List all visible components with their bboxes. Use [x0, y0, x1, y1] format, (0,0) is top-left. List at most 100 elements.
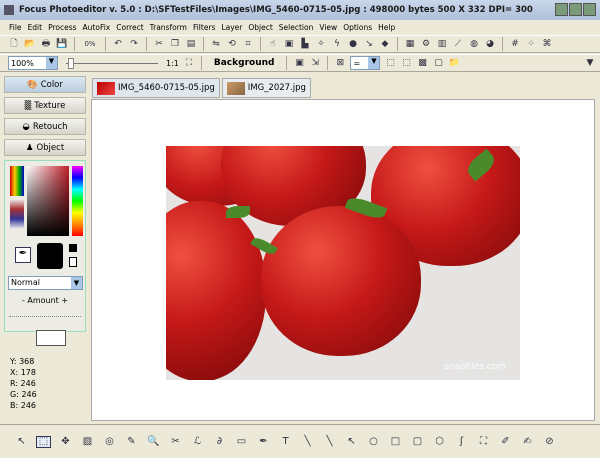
panel-retouch-button[interactable]: ◒ Retouch [4, 118, 86, 135]
save-icon[interactable]: 💾 [56, 38, 68, 50]
select-invert-icon[interactable]: ▩ [416, 57, 428, 69]
freehand-lasso-icon[interactable]: ℒ [190, 436, 205, 448]
export-icon[interactable]: ⇲ [309, 57, 321, 69]
spiral-icon[interactable]: ʃ [454, 436, 469, 448]
strawberry-photo[interactable]: snapfiles.com [166, 146, 520, 380]
grid2-icon[interactable]: ⌘ [541, 38, 553, 50]
panel-object-button[interactable]: ♟ Object [4, 139, 86, 156]
magic-wand-icon[interactable]: ✎ [124, 436, 139, 448]
arrow-icon[interactable]: ↘ [363, 38, 375, 50]
scissors-icon[interactable]: ✂ [168, 436, 183, 448]
select-icon[interactable]: ⬚ [36, 435, 51, 448]
minimize-button[interactable] [555, 3, 568, 16]
menu-filters[interactable]: Filters [193, 23, 215, 32]
chevron-down-icon[interactable]: ▼ [71, 277, 82, 289]
zoom-ratio-button[interactable]: 1:1 [166, 59, 179, 68]
gear-icon[interactable]: ⚙ [420, 38, 432, 50]
print-icon[interactable]: 🖶 [40, 38, 52, 50]
mask-icon[interactable]: ⊠ [334, 57, 346, 69]
open-icon[interactable]: 📂 [24, 38, 36, 50]
select-sub-icon[interactable]: ⬚ [400, 57, 412, 69]
panel-texture-button[interactable]: ▒ Texture [4, 97, 86, 114]
menu-selection[interactable]: Selection [279, 23, 314, 32]
rect-select-icon[interactable]: ▭ [234, 436, 249, 448]
percent-button[interactable]: 0% [81, 38, 99, 50]
menu-file[interactable]: File [9, 23, 22, 32]
effects-icon[interactable]: ◍ [468, 38, 480, 50]
default-colors-icon[interactable] [69, 244, 77, 252]
redo-icon[interactable]: ↷ [128, 38, 140, 50]
tab-img-2027[interactable]: IMG_2027.jpg [221, 78, 311, 98]
select-rect-icon[interactable]: ▢ [432, 57, 444, 69]
free-select-icon[interactable]: ∂ [212, 436, 227, 448]
menu-view[interactable]: View [319, 23, 337, 32]
amount-slider[interactable] [9, 311, 81, 317]
line-icon[interactable]: ╲ [300, 436, 315, 448]
swap-colors-icon[interactable] [69, 257, 77, 267]
dots-icon[interactable]: ⁘ [525, 38, 537, 50]
hue-slider[interactable] [72, 166, 83, 236]
color-replace-icon[interactable]: ✐ [498, 436, 513, 448]
layer-icon[interactable]: ▙ [299, 38, 311, 50]
menu-options[interactable]: Options [343, 23, 372, 32]
text-icon[interactable]: T [278, 436, 293, 448]
photo-icon[interactable]: ▦ [404, 38, 416, 50]
diamond-icon[interactable]: ◆ [379, 38, 391, 50]
brush-icon[interactable]: ϟ [331, 38, 343, 50]
ball-icon[interactable]: ● [347, 38, 359, 50]
foreground-color[interactable] [37, 243, 63, 269]
chevron-down-icon[interactable]: ▼ [368, 57, 380, 69]
move-icon[interactable]: ✥ [58, 436, 73, 448]
stamp-icon[interactable]: ☝ [267, 38, 279, 50]
crop-icon[interactable]: ⌗ [242, 38, 254, 50]
brush-icon[interactable]: ✍ [520, 436, 535, 448]
blend-mode-select[interactable]: Normal ▼ [8, 276, 83, 290]
layer-name[interactable]: Background [208, 58, 281, 68]
eraser-icon[interactable]: ▨ [80, 436, 95, 448]
copy-icon[interactable]: ❐ [169, 38, 181, 50]
fit-icon[interactable]: ⛶ [183, 57, 195, 69]
color-wheel-icon[interactable]: ◕ [484, 38, 496, 50]
menu-transform[interactable]: Transform [150, 23, 187, 32]
zoom-select[interactable]: 100% ▼ [8, 56, 58, 70]
chevron-down-icon[interactable]: ▼ [46, 57, 57, 69]
new-icon[interactable]: 🗋 [8, 38, 20, 50]
lasso-icon[interactable]: ◎ [102, 436, 117, 448]
menu-autofix[interactable]: AutoFix [83, 23, 111, 32]
close-button[interactable] [583, 3, 596, 16]
menu-process[interactable]: Process [48, 23, 76, 32]
folder-icon[interactable]: 📁 [448, 57, 460, 69]
rounded-rect-icon[interactable]: ▢ [410, 436, 425, 448]
image-icon[interactable]: ▣ [293, 57, 305, 69]
select-add-icon[interactable]: ⬚ [384, 57, 396, 69]
paste-icon[interactable]: ▤ [185, 38, 197, 50]
arrow-line-icon[interactable]: ↖ [344, 436, 359, 448]
frame-icon[interactable]: ▣ [283, 38, 295, 50]
fill-icon[interactable]: ⛶ [476, 436, 491, 448]
menu-edit[interactable]: Edit [28, 23, 43, 32]
menu-layer[interactable]: Layer [221, 23, 242, 32]
curve-icon[interactable]: ⟋ [452, 38, 464, 50]
wand-icon[interactable]: ✧ [315, 38, 327, 50]
clone-icon[interactable]: ⊘ [542, 436, 557, 448]
tab-img-5460[interactable]: IMG_5460-0715-05.jpg [92, 78, 220, 98]
flip-icon[interactable]: ⇋ [210, 38, 222, 50]
eyedropper-icon[interactable]: ✒ [15, 247, 31, 263]
polygon-icon[interactable]: ⬡ [432, 436, 447, 448]
rotate-icon[interactable]: ⟲ [226, 38, 238, 50]
eyedropper-icon[interactable]: ✒ [256, 436, 271, 448]
image-canvas[interactable]: snapfiles.com [91, 99, 595, 421]
ellipse-icon[interactable]: ○ [366, 436, 381, 448]
overflow-chevron-icon[interactable]: ▼ [584, 57, 596, 69]
panel-icon[interactable]: ▥ [436, 38, 448, 50]
palette-swatch-2[interactable] [10, 199, 24, 229]
menu-correct[interactable]: Correct [116, 23, 143, 32]
menu-object[interactable]: Object [248, 23, 272, 32]
rectangle-icon[interactable]: □ [388, 436, 403, 448]
thin-line-icon[interactable]: ╲ [322, 436, 337, 448]
saturation-picker[interactable] [27, 166, 69, 236]
grid-icon[interactable]: # [509, 38, 521, 50]
zoom-slider[interactable] [62, 56, 162, 70]
pointer-icon[interactable]: ↖ [14, 436, 29, 448]
zoom-slider-thumb[interactable] [67, 58, 74, 69]
